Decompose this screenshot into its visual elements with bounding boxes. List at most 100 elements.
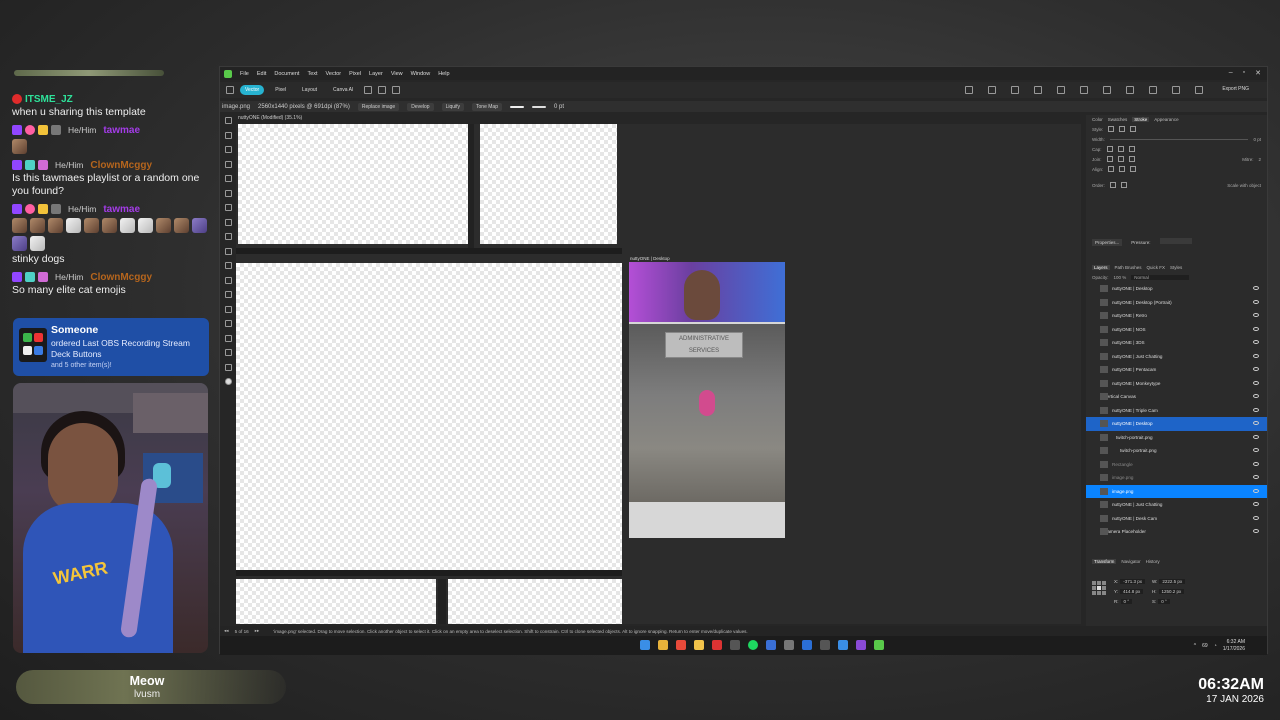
persona-vector[interactable]: Vector bbox=[240, 85, 265, 95]
move-tool-icon[interactable] bbox=[224, 117, 232, 124]
menu-help[interactable]: Help bbox=[438, 71, 449, 77]
pen-icon[interactable] bbox=[1195, 86, 1203, 94]
visibility-eye-icon[interactable] bbox=[1253, 515, 1259, 520]
transform-r[interactable]: R: 0 ° bbox=[1114, 599, 1133, 604]
cap-butt-icon[interactable] bbox=[1106, 146, 1113, 152]
transform-icon[interactable] bbox=[1057, 86, 1065, 94]
tab-navigator[interactable]: Navigator bbox=[1121, 559, 1140, 564]
transparency-tool-icon[interactable] bbox=[224, 291, 232, 298]
style-dash-icon[interactable] bbox=[1130, 126, 1137, 132]
hand-tool-icon[interactable] bbox=[224, 334, 232, 342]
stroke-width[interactable]: 0 pt bbox=[554, 104, 564, 110]
more-tools-icon[interactable] bbox=[224, 363, 232, 371]
maximize-icon[interactable]: ▫ bbox=[1243, 69, 1245, 77]
tab-layers[interactable]: Layers bbox=[1092, 265, 1110, 270]
order-back-icon[interactable] bbox=[1120, 182, 1127, 188]
visibility-eye-icon[interactable] bbox=[1253, 529, 1259, 533]
mitre-value[interactable]: 2 bbox=[1258, 157, 1261, 162]
app-menu-icon[interactable] bbox=[226, 86, 234, 94]
layer-row[interactable]: nuttyONE | Desk Cam bbox=[1086, 512, 1267, 526]
layer-row[interactable]: image.png bbox=[1086, 471, 1267, 485]
artboard[interactable] bbox=[448, 579, 622, 624]
zoom-tool-icon[interactable] bbox=[224, 349, 232, 356]
subtract-icon[interactable] bbox=[1034, 86, 1042, 94]
browser-icon[interactable] bbox=[676, 640, 686, 650]
visibility-eye-icon[interactable] bbox=[1253, 488, 1259, 493]
text-tool-icon[interactable] bbox=[224, 247, 232, 255]
order-front-icon[interactable] bbox=[1109, 182, 1116, 188]
tray-chevron-icon[interactable]: ^ bbox=[1194, 643, 1196, 649]
wifi-icon[interactable]: ◔ bbox=[1214, 643, 1217, 649]
layer-row[interactable]: nuttyONE | Desktop bbox=[1086, 417, 1267, 431]
tab-history[interactable]: History bbox=[1146, 559, 1160, 564]
start-icon[interactable] bbox=[640, 640, 650, 650]
crop-tool-icon[interactable] bbox=[224, 262, 232, 269]
corner-tool-icon[interactable] bbox=[224, 160, 232, 168]
layer-row[interactable]: nuttyONE | NOS bbox=[1086, 323, 1267, 337]
folder-icon[interactable] bbox=[694, 640, 704, 650]
transform-w[interactable]: W: 2222.5 px bbox=[1152, 579, 1186, 584]
join-mitre-icon[interactable] bbox=[1106, 156, 1113, 162]
insert-icon[interactable] bbox=[1080, 86, 1088, 94]
tab-path-brushes[interactable]: Path Brushes bbox=[1115, 265, 1142, 270]
app-icon[interactable] bbox=[730, 640, 740, 650]
layer-row[interactable]: nuttyONE | Just Chatting bbox=[1086, 350, 1267, 364]
layer-row[interactable]: nuttyONE | Pentacam bbox=[1086, 363, 1267, 377]
width-slider[interactable] bbox=[1109, 138, 1249, 140]
layer-row[interactable]: twitch-portrait.png bbox=[1086, 431, 1267, 445]
visibility-eye-icon[interactable] bbox=[1253, 448, 1259, 452]
tab-quick-fx[interactable]: Quick FX bbox=[1147, 265, 1166, 270]
visibility-eye-icon[interactable] bbox=[1253, 367, 1259, 371]
first-page-icon[interactable]: ◂◂ bbox=[224, 628, 229, 634]
document-tab[interactable]: nuttyONE (Modified) (35.1%) bbox=[238, 115, 302, 121]
app-icon[interactable] bbox=[784, 640, 794, 650]
image-tool-icon[interactable] bbox=[224, 276, 232, 284]
replace-image-button[interactable]: Replace image bbox=[357, 102, 400, 111]
join-bevel-icon[interactable] bbox=[1128, 156, 1135, 162]
node-tool-icon[interactable] bbox=[224, 131, 232, 139]
join-round-icon[interactable] bbox=[1117, 156, 1124, 162]
visibility-eye-icon[interactable] bbox=[1253, 394, 1259, 398]
app-icon[interactable] bbox=[766, 640, 776, 650]
persona-pixel[interactable]: Pixel bbox=[270, 85, 291, 95]
transform-s[interactable]: S: 0 ° bbox=[1152, 599, 1170, 604]
spotify-icon[interactable] bbox=[748, 640, 758, 650]
app-icon[interactable] bbox=[856, 640, 866, 650]
tab-styles[interactable]: Styles bbox=[1170, 265, 1182, 270]
brush-tool-icon[interactable] bbox=[224, 204, 232, 211]
color-wheel-icon[interactable] bbox=[224, 378, 232, 385]
menu-text[interactable]: Text bbox=[307, 71, 317, 77]
w-value[interactable]: 2222.5 px bbox=[1159, 579, 1186, 584]
stroke-swatch[interactable] bbox=[532, 105, 546, 108]
app-icon[interactable] bbox=[820, 640, 830, 650]
scale-with-object-label[interactable]: Scale with object bbox=[1227, 183, 1261, 188]
menu-view[interactable]: View bbox=[391, 71, 403, 77]
visibility-eye-icon[interactable] bbox=[1253, 380, 1259, 385]
pen-tool-icon[interactable] bbox=[224, 175, 232, 182]
pressure-graph[interactable] bbox=[1159, 238, 1192, 244]
layer-row[interactable]: nuttyONE | Monkeytype bbox=[1086, 377, 1267, 391]
tray-temp[interactable]: 69 bbox=[1202, 643, 1208, 649]
width-value[interactable]: 0 pt bbox=[1253, 137, 1261, 142]
ungroup-icon[interactable] bbox=[1149, 86, 1157, 94]
flip-icon[interactable] bbox=[1172, 86, 1180, 94]
eyedropper-tool-icon[interactable] bbox=[224, 320, 232, 327]
tab-swatches[interactable]: Swatches bbox=[1108, 117, 1128, 122]
layer-row[interactable]: image.png bbox=[1086, 484, 1267, 498]
visibility-eye-icon[interactable] bbox=[1253, 353, 1259, 358]
hamburger-icon[interactable] bbox=[1103, 86, 1111, 94]
layer-row[interactable]: nuttyONE | Desktop bbox=[1086, 282, 1267, 296]
r-value[interactable]: 0 ° bbox=[1120, 599, 1133, 604]
transform-h[interactable]: H: 1250.2 px bbox=[1152, 589, 1185, 594]
vertical-artboard[interactable]: ADMINISTRATIVE SERVICES bbox=[629, 262, 785, 538]
x-value[interactable]: -371.3 px bbox=[1120, 579, 1146, 584]
layer-row[interactable]: Rectangle bbox=[1086, 458, 1267, 472]
visibility-eye-icon[interactable] bbox=[1253, 407, 1259, 412]
designer-icon[interactable] bbox=[874, 640, 884, 650]
layer-row[interactable]: nuttyONE | Desktop (Portrait) bbox=[1086, 296, 1267, 310]
artboard[interactable] bbox=[480, 124, 617, 244]
layer-row[interactable]: nuttyONE | Retro bbox=[1086, 309, 1267, 323]
boolean-icon[interactable] bbox=[1011, 86, 1019, 94]
tab-appearance[interactable]: Appearance bbox=[1154, 117, 1178, 122]
tab-color[interactable]: Color bbox=[1092, 117, 1103, 122]
